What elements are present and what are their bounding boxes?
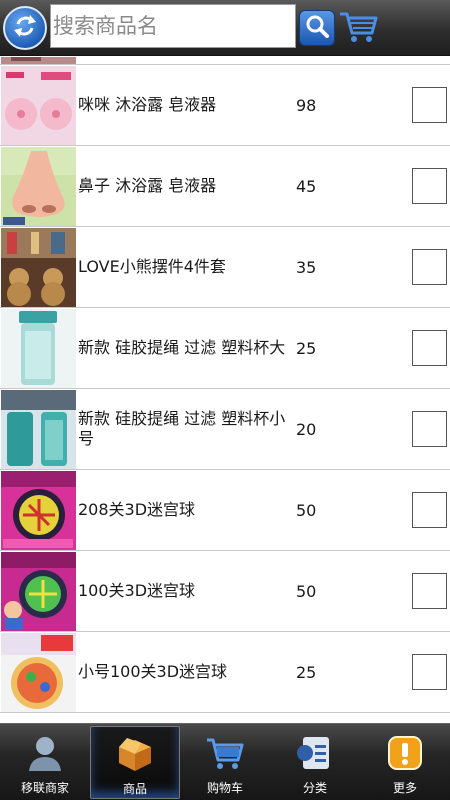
- more-alert-icon: [385, 733, 425, 773]
- cart-icon: [338, 9, 378, 49]
- product-row[interactable]: LOVE小熊摆件4件套 35: [0, 227, 450, 308]
- bottom-tab-bar: 移联商家 商品 购物车 分类 更多: [0, 723, 450, 800]
- person-icon: [25, 733, 65, 773]
- tab-label: 移联商家: [20, 781, 69, 795]
- tab-category[interactable]: 分类: [270, 726, 360, 799]
- product-price: 50: [296, 581, 317, 601]
- product-price: 50: [296, 500, 317, 520]
- product-name: 鼻子 沐浴露 皂液器: [78, 176, 217, 195]
- tab-label: 更多: [392, 781, 417, 795]
- product-row[interactable]: 100关3D迷宫球 50: [0, 551, 450, 632]
- cart-button[interactable]: [337, 8, 379, 50]
- select-checkbox[interactable]: [412, 411, 447, 447]
- product-list[interactable]: 咪咪 沐浴露 皂液器 98 鼻子 沐浴露 皂液器 45 LOVE小熊摆件4件套 …: [0, 57, 450, 723]
- tab-products[interactable]: 商品: [90, 726, 180, 799]
- product-price: 25: [296, 662, 317, 682]
- tab-label: 分类: [302, 781, 327, 795]
- tab-cart[interactable]: 购物车: [180, 726, 270, 799]
- search-icon: [304, 13, 330, 43]
- product-name: LOVE小熊摆件4件套: [78, 257, 226, 276]
- tab-more[interactable]: 更多: [360, 726, 450, 799]
- category-list-icon: [295, 733, 335, 773]
- product-row[interactable]: 新款 硅胶提绳 过滤 塑料杯小号 20: [0, 389, 450, 470]
- product-thumbnail: [1, 390, 76, 469]
- tab-merchant[interactable]: 移联商家: [0, 726, 90, 799]
- product-thumbnail: [1, 309, 76, 388]
- top-bar: [0, 0, 450, 56]
- product-row[interactable]: 小号100关3D迷宫球 25: [0, 632, 450, 713]
- product-thumbnail: [1, 471, 76, 550]
- select-checkbox[interactable]: [412, 168, 447, 204]
- search-button[interactable]: [299, 10, 335, 46]
- select-checkbox[interactable]: [412, 249, 447, 285]
- product-name: [78, 57, 288, 64]
- product-name: 新款 硅胶提绳 过滤 塑料杯小号: [78, 409, 286, 448]
- product-row[interactable]: 鼻子 沐浴露 皂液器 45: [0, 146, 450, 227]
- refresh-button[interactable]: [3, 6, 47, 50]
- product-row[interactable]: 208关3D迷宫球 50: [0, 470, 450, 551]
- search-box: [50, 4, 296, 48]
- product-name: 208关3D迷宫球: [78, 500, 196, 519]
- product-row[interactable]: 咪咪 沐浴露 皂液器 98: [0, 65, 450, 146]
- search-input[interactable]: [51, 5, 295, 47]
- product-thumbnail: [1, 66, 76, 145]
- product-name: 新款 硅胶提绳 过滤 塑料杯大: [78, 338, 286, 357]
- product-price: 20: [296, 419, 317, 439]
- select-checkbox[interactable]: [412, 573, 447, 609]
- select-checkbox[interactable]: [412, 492, 447, 528]
- product-price: 35: [296, 257, 317, 277]
- product-thumbnail: [1, 633, 76, 712]
- product-price: 98: [296, 95, 317, 115]
- product-thumbnail: [1, 147, 76, 226]
- product-row[interactable]: [0, 57, 450, 65]
- product-name: 小号100关3D迷宫球: [78, 662, 228, 681]
- product-thumbnail: [1, 228, 76, 307]
- product-row[interactable]: 新款 硅胶提绳 过滤 塑料杯大 25: [0, 308, 450, 389]
- product-name: 咪咪 沐浴露 皂液器: [78, 95, 217, 114]
- select-checkbox[interactable]: [412, 654, 447, 690]
- tab-label: 商品: [122, 782, 147, 796]
- product-price: [296, 57, 356, 64]
- tab-label: 购物车: [206, 781, 243, 795]
- box-icon: [115, 734, 155, 774]
- product-price: 45: [296, 176, 317, 196]
- product-price: 25: [296, 338, 317, 358]
- select-checkbox[interactable]: [412, 87, 447, 123]
- product-name: 100关3D迷宫球: [78, 581, 196, 600]
- product-thumbnail: [1, 57, 76, 64]
- product-thumbnail: [1, 552, 76, 631]
- refresh-icon: [10, 11, 40, 45]
- select-checkbox[interactable]: [412, 330, 447, 366]
- shopping-cart-icon: [205, 733, 245, 773]
